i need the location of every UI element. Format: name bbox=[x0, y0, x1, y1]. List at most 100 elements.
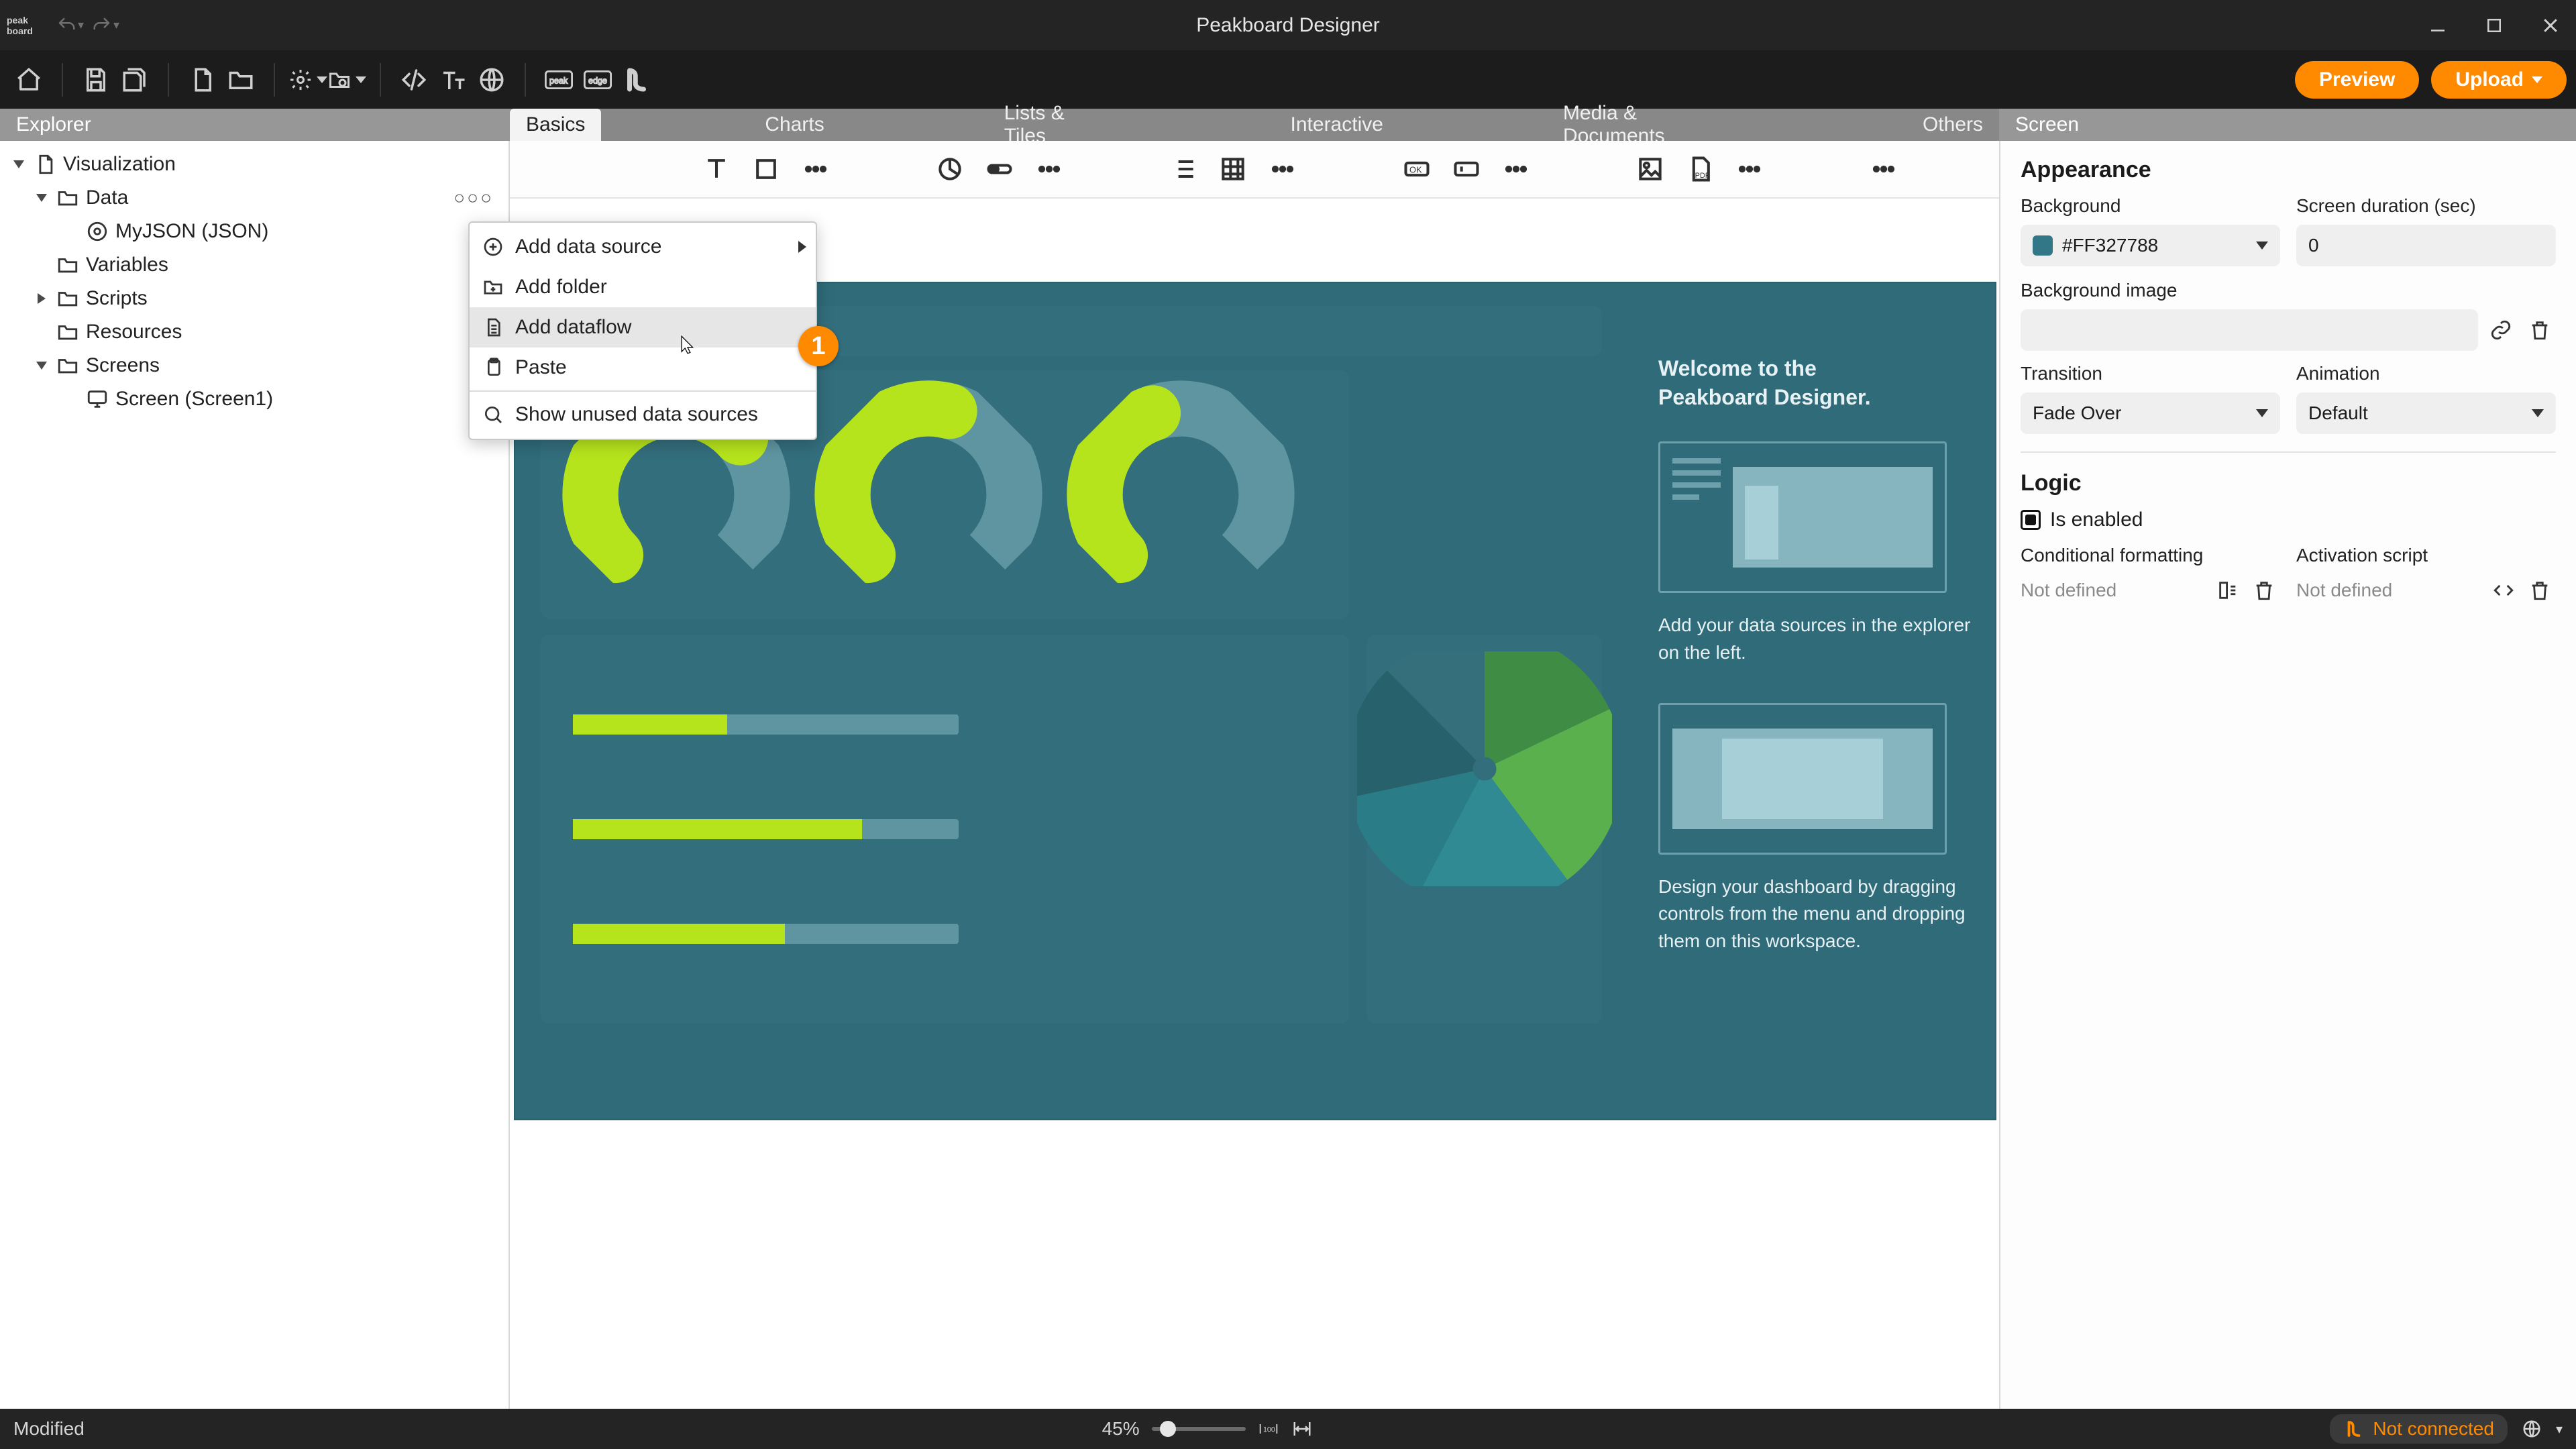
connection-status[interactable]: Not connected bbox=[2330, 1414, 2508, 1444]
chevron-down-icon bbox=[13, 160, 24, 168]
undo-caret-icon[interactable]: ▾ bbox=[78, 18, 84, 32]
zoom-100-button[interactable]: 100 bbox=[1258, 1418, 1279, 1440]
gauge-3[interactable] bbox=[1073, 387, 1288, 602]
peakboard-box-button[interactable]: peak bbox=[539, 60, 578, 99]
table-control-button[interactable] bbox=[1214, 150, 1252, 188]
fit-width-button[interactable] bbox=[1291, 1418, 1313, 1440]
transition-value: Fade Over bbox=[2033, 402, 2121, 424]
upload-button[interactable]: Upload bbox=[2431, 61, 2567, 99]
duration-input[interactable]: 0 bbox=[2296, 225, 2556, 266]
tree-label: Screens bbox=[86, 354, 503, 377]
status-modified: Modified bbox=[13, 1418, 85, 1440]
window-close-button[interactable] bbox=[2530, 5, 2571, 46]
tree-node-variables[interactable]: Variables bbox=[5, 248, 503, 282]
button-control-button[interactable]: OK bbox=[1398, 150, 1436, 188]
welcome-hint-1: Add your data sources in the explorer on… bbox=[1658, 612, 1980, 666]
tab-others[interactable]: Others bbox=[1907, 109, 1999, 141]
tree-node-screens[interactable]: Screens bbox=[5, 349, 503, 382]
bg-image-link-button[interactable] bbox=[2485, 314, 2517, 346]
input-control-button[interactable] bbox=[1448, 150, 1485, 188]
zoom-slider[interactable] bbox=[1152, 1427, 1246, 1431]
rectangle-control-button[interactable] bbox=[747, 150, 785, 188]
connection-status-label: Not connected bbox=[2373, 1418, 2494, 1440]
pdf-control-button[interactable]: PDF bbox=[1681, 150, 1719, 188]
properties-panel: Appearance Background #FF327788 Screen d… bbox=[1999, 141, 2576, 1409]
more-icon[interactable]: ○○○ bbox=[453, 187, 503, 209]
tree-node-data[interactable]: Data ○○○ bbox=[5, 181, 503, 215]
others-more-button[interactable] bbox=[1865, 150, 1902, 188]
save-button[interactable] bbox=[76, 60, 115, 99]
cond-fmt-delete-button[interactable] bbox=[2248, 574, 2280, 606]
tab-charts[interactable]: Charts bbox=[749, 109, 840, 141]
canvas-bars-card[interactable] bbox=[541, 635, 1349, 1024]
transition-select[interactable]: Fade Over bbox=[2021, 392, 2280, 434]
bg-image-label: Background image bbox=[2021, 280, 2556, 301]
folder-icon bbox=[56, 354, 79, 377]
language-button[interactable] bbox=[2521, 1418, 2542, 1440]
menu-add-dataflow[interactable]: Add dataflow bbox=[470, 307, 816, 347]
undo-button[interactable]: ▾ bbox=[54, 15, 87, 36]
peakboard-hub-button[interactable] bbox=[617, 60, 656, 99]
controls-toolbar: OK PDF bbox=[510, 141, 1999, 199]
activation-label: Activation script bbox=[2296, 545, 2556, 566]
window-maximize-button[interactable] bbox=[2474, 5, 2514, 46]
tree-node-screen1[interactable]: Screen (Screen1) bbox=[5, 382, 503, 416]
tree-node-resources[interactable]: Resources bbox=[5, 315, 503, 349]
media-more-button[interactable] bbox=[1731, 150, 1768, 188]
new-file-button[interactable] bbox=[182, 60, 221, 99]
tree-node-myjson[interactable]: MyJSON (JSON) bbox=[5, 215, 503, 248]
pie-chart-button[interactable] bbox=[931, 150, 969, 188]
activation-edit-button[interactable] bbox=[2487, 574, 2520, 606]
interactive-more-button[interactable] bbox=[1497, 150, 1535, 188]
background-value: #FF327788 bbox=[2062, 235, 2158, 256]
open-folder-button[interactable] bbox=[221, 60, 260, 99]
menu-paste[interactable]: Paste bbox=[470, 347, 816, 388]
bar-2[interactable] bbox=[573, 819, 959, 839]
is-enabled-checkbox[interactable] bbox=[2021, 510, 2041, 530]
list-control-button[interactable] bbox=[1165, 150, 1202, 188]
bg-image-delete-button[interactable] bbox=[2524, 314, 2556, 346]
text-control-button[interactable] bbox=[698, 150, 735, 188]
gauge-chart-button[interactable] bbox=[981, 150, 1018, 188]
peakboard-edge-button[interactable]: edge bbox=[578, 60, 617, 99]
redo-button[interactable]: ▾ bbox=[89, 15, 122, 36]
menu-add-data-source[interactable]: Add data source bbox=[470, 227, 816, 267]
menu-show-unused[interactable]: Show unused data sources bbox=[470, 394, 816, 435]
cond-fmt-edit-button[interactable] bbox=[2212, 574, 2244, 606]
home-button[interactable] bbox=[9, 60, 48, 99]
tab-lists[interactable]: Lists & Tiles bbox=[988, 109, 1127, 141]
window-minimize-button[interactable] bbox=[2418, 5, 2458, 46]
tab-basics[interactable]: Basics bbox=[510, 109, 601, 141]
settings-dropdown-button[interactable] bbox=[288, 60, 327, 99]
canvas-donut-card[interactable] bbox=[1367, 635, 1602, 1024]
lists-more-button[interactable] bbox=[1264, 150, 1301, 188]
fonts-button[interactable] bbox=[433, 60, 472, 99]
preview-button[interactable]: Preview bbox=[2295, 61, 2419, 99]
image-control-button[interactable] bbox=[1631, 150, 1669, 188]
menu-label: Add folder bbox=[515, 276, 607, 299]
language-caret-icon[interactable]: ▾ bbox=[2556, 1421, 2563, 1438]
logic-heading: Logic bbox=[2021, 470, 2556, 496]
activation-delete-button[interactable] bbox=[2524, 574, 2556, 606]
project-settings-dropdown-button[interactable] bbox=[327, 60, 366, 99]
welcome-illustration-2 bbox=[1658, 703, 1947, 855]
background-color-input[interactable]: #FF327788 bbox=[2021, 225, 2280, 266]
basics-more-button[interactable] bbox=[797, 150, 835, 188]
redo-caret-icon[interactable]: ▾ bbox=[113, 18, 119, 32]
menu-add-folder[interactable]: Add folder bbox=[470, 267, 816, 307]
bar-1[interactable] bbox=[573, 714, 959, 735]
bar-3[interactable] bbox=[573, 924, 959, 944]
gauge-2[interactable] bbox=[821, 387, 1036, 602]
tree-root-visualization[interactable]: Visualization bbox=[5, 148, 503, 181]
charts-more-button[interactable] bbox=[1030, 150, 1068, 188]
localization-button[interactable] bbox=[472, 60, 511, 99]
tab-interactive[interactable]: Interactive bbox=[1275, 109, 1399, 141]
tab-media[interactable]: Media & Documents bbox=[1547, 109, 1759, 141]
animation-select[interactable]: Default bbox=[2296, 392, 2556, 434]
save-all-button[interactable] bbox=[115, 60, 154, 99]
bg-image-input[interactable] bbox=[2021, 309, 2478, 351]
tree-node-scripts[interactable]: Scripts bbox=[5, 282, 503, 315]
scripts-button[interactable] bbox=[394, 60, 433, 99]
donut-chart[interactable] bbox=[1367, 641, 1602, 896]
preview-label: Preview bbox=[2319, 68, 2395, 91]
